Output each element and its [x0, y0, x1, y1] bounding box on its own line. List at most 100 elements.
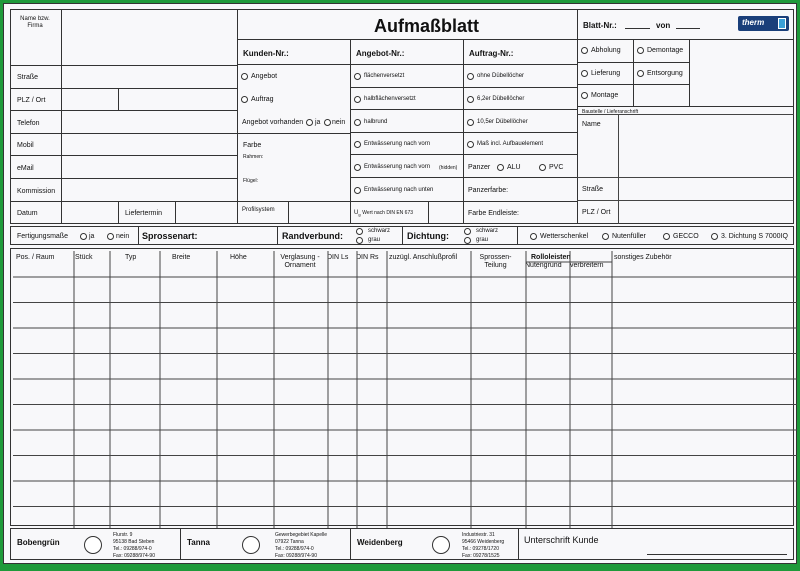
liefertermin-label-cell: Liefertermin	[118, 201, 176, 224]
angebot-item-5[interactable]: Entwässerung nach unten	[350, 177, 464, 202]
vorhanden-label: Angebot vorhanden	[242, 119, 304, 126]
auftrag-item-2-radio[interactable]	[467, 119, 474, 126]
profilsystem-label: Profilsystem	[242, 207, 275, 213]
randverbund-schwarz-label: schwarz	[368, 228, 391, 234]
blatt-label: Blatt-Nr.:	[583, 21, 617, 30]
angebot-item-0-radio[interactable]	[354, 73, 361, 80]
plz-field[interactable]	[61, 88, 119, 111]
angebot-item-1-radio[interactable]	[354, 96, 361, 103]
gecco-radio[interactable]	[663, 233, 670, 240]
abholung-radio[interactable]	[581, 47, 588, 54]
loc3-addr-3: Fax: 09278/1525	[462, 553, 500, 559]
loc3-checkbox[interactable]	[432, 536, 450, 554]
demontage-radio[interactable]	[637, 47, 644, 54]
angebot-item-4-radio[interactable]	[354, 164, 361, 171]
loc1-addr-0: Flurstr. 9	[113, 532, 133, 538]
profilsystem-field[interactable]	[288, 201, 351, 224]
ort-field[interactable]	[118, 88, 238, 111]
alu-radio[interactable]	[497, 164, 504, 171]
name-field[interactable]	[61, 9, 238, 66]
dichtung3-radio[interactable]	[711, 233, 718, 240]
auftrag-radio[interactable]	[241, 96, 248, 103]
angebot-item-2-radio[interactable]	[354, 119, 361, 126]
dichtung-schwarz-radio[interactable]	[464, 228, 471, 235]
dichtung-grau-radio[interactable]	[464, 237, 471, 244]
vorhanden-nein-radio[interactable]	[324, 119, 331, 126]
col-header-verbreitern: verbreitern	[570, 262, 604, 269]
pvc-radio[interactable]	[539, 164, 546, 171]
auftrag-item-3-radio[interactable]	[467, 141, 474, 148]
email-field[interactable]	[61, 155, 238, 179]
logo: therm	[738, 16, 789, 31]
randverbund-grau-label: grau	[368, 237, 381, 243]
loc1-checkbox[interactable]	[84, 536, 102, 554]
form-page: Name bzw. Firma Straße PLZ / Ort Telefon…	[3, 3, 797, 564]
dichtung-cell: Dichtung: schwarz grau	[402, 226, 518, 245]
vorhanden-ja-label: ja	[315, 119, 321, 126]
fertigung-ja-radio[interactable]	[80, 233, 87, 240]
angebot-item-1[interactable]: halbflächenversetzt	[350, 87, 464, 110]
baustelle-name-field[interactable]	[619, 115, 793, 177]
lieferung-radio[interactable]	[581, 70, 588, 77]
randverbund-grau-radio[interactable]	[356, 237, 363, 244]
signature-line[interactable]	[647, 554, 787, 555]
dichtung-schwarz-label: schwarz	[476, 228, 499, 234]
panzer-label: Panzer	[468, 164, 491, 171]
entsorgung-radio[interactable]	[637, 70, 644, 77]
mobil-field[interactable]	[61, 133, 238, 156]
panzerfarbe-field[interactable]: Panzerfarbe:	[463, 177, 578, 202]
panzerfarbe-label: Panzerfarbe:	[468, 187, 509, 194]
col-header-stueck: Stück	[75, 254, 93, 261]
auftrag-label: Auftrag	[251, 96, 274, 103]
randverbund-schwarz-radio[interactable]	[356, 228, 363, 235]
angebot-item-3-radio[interactable]	[354, 141, 361, 148]
angebot-item-4[interactable]: Entwässerung nach vorn (hidden)	[350, 154, 464, 178]
telefon-field[interactable]	[61, 110, 238, 134]
angebot-item-2[interactable]: halbrund	[350, 109, 464, 133]
strasse-field[interactable]	[61, 65, 238, 89]
angebot-item-4-label: Entwässerung nach vorn	[364, 164, 431, 170]
datum-label: Datum	[17, 210, 38, 217]
vorhanden-ja-radio[interactable]	[306, 119, 313, 126]
kommission-field[interactable]	[61, 178, 238, 202]
abholung-cell[interactable]: Abholung	[577, 39, 634, 63]
fertigung-ja-label: ja	[89, 233, 95, 240]
liefertermin-field[interactable]	[175, 201, 238, 224]
loc2-checkbox[interactable]	[242, 536, 260, 554]
montage-radio[interactable]	[581, 92, 588, 99]
footer-loc1: Bobengrün Flurstr. 9 95138 Bad Steben Te…	[10, 528, 181, 560]
loc2-addr-0: Gewerbegebiet Kapelle	[275, 532, 327, 538]
fertigung-nein-radio[interactable]	[107, 233, 114, 240]
nutenfueller-radio[interactable]	[602, 233, 609, 240]
auftrag-item-0[interactable]: ohne Dübellöcher	[463, 64, 578, 88]
von-field[interactable]	[676, 28, 700, 29]
endleiste-field[interactable]: Farbe Endleiste:	[463, 201, 578, 224]
auftrag-item-1-radio[interactable]	[467, 96, 474, 103]
angebot-item-5-radio[interactable]	[354, 187, 361, 194]
col-header-din-rs: DIN Rs	[356, 254, 379, 261]
angebot-item-3[interactable]: Entwässerung nach vorn	[350, 132, 464, 155]
demontage-cell[interactable]: Demontage	[633, 39, 690, 63]
montage-cell[interactable]: Montage	[577, 84, 634, 107]
wetter-radio[interactable]	[530, 233, 537, 240]
farbe-label: Farbe	[243, 142, 262, 149]
entsorgung-cell[interactable]: Entsorgung	[633, 62, 690, 85]
lieferung-cell[interactable]: Lieferung	[577, 62, 634, 85]
auftrag-item-0-radio[interactable]	[467, 73, 474, 80]
auftrag-item-1[interactable]: 6,2er Dübellöcher	[463, 87, 578, 110]
angebot-item-5-label: Entwässerung nach unten	[364, 187, 434, 193]
angebot-item-0[interactable]: flächenversetzt	[350, 64, 464, 88]
auftrag-item-2[interactable]: 10,5er Dübellöcher	[463, 109, 578, 133]
endleiste-label: Farbe Endleiste:	[468, 210, 519, 217]
name-label-cell: Name bzw. Firma	[10, 9, 62, 66]
page-title: Aufmaßblatt	[374, 16, 479, 36]
footer-signature[interactable]: Unterschrift Kunde	[518, 528, 794, 560]
auftrag-item-3[interactable]: Maß incl. Aufbauelement	[463, 132, 578, 155]
uw-field[interactable]	[428, 201, 464, 224]
sprossenart-cell[interactable]: Sprossenart:	[138, 226, 278, 245]
angebot-radio[interactable]	[241, 73, 248, 80]
blatt-nr-field[interactable]	[625, 28, 650, 29]
datum-field[interactable]	[61, 201, 119, 224]
entsorgung-label: Entsorgung	[647, 70, 683, 77]
farbe-cell[interactable]: Farbe Rahmen: Flügel:	[237, 133, 351, 202]
